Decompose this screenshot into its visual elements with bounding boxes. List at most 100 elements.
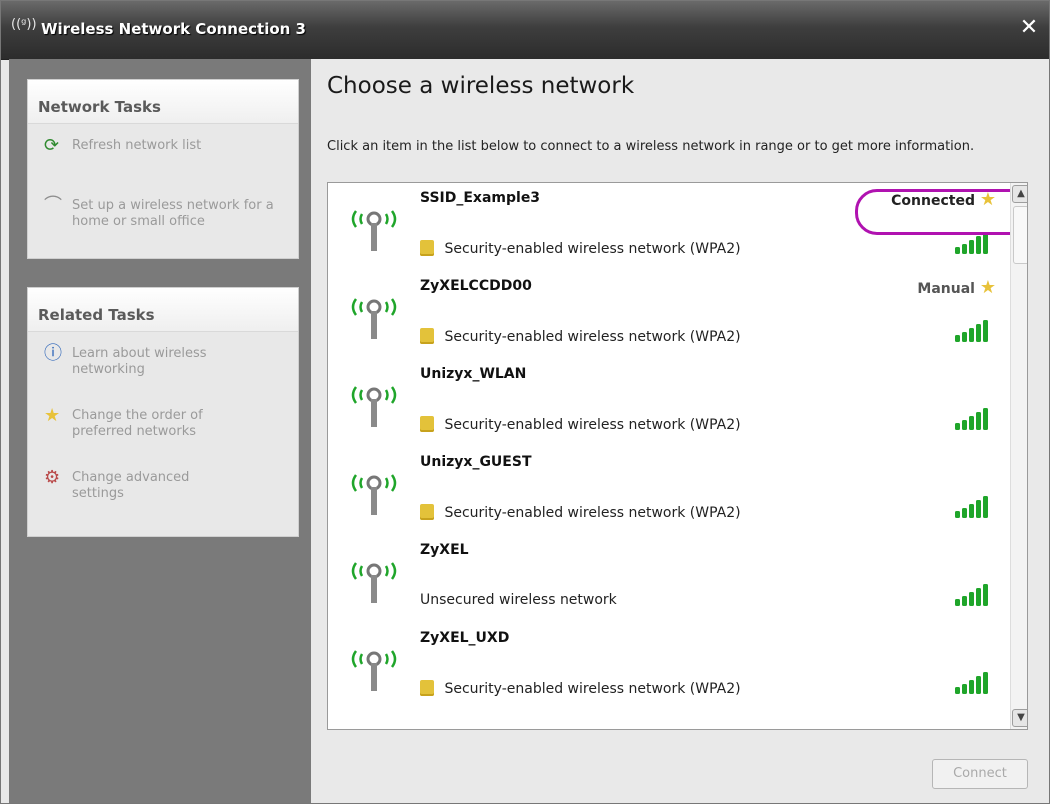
network-status: Manual ★ xyxy=(917,277,996,298)
learn-about-wireless-link[interactable]: ⓘ Learn about wireless networking xyxy=(44,343,242,378)
signal-bar xyxy=(962,420,967,430)
scroll-down-button[interactable]: ▼ xyxy=(1012,709,1027,727)
signal-bar xyxy=(976,236,981,254)
network-status-text: Manual xyxy=(917,281,975,297)
signal-strength-icon xyxy=(955,672,988,694)
signal-bar xyxy=(983,672,988,694)
change-advanced-settings-link[interactable]: ⚙ Change advanced settings xyxy=(44,467,232,502)
signal-bar xyxy=(955,423,960,430)
network-ssid: SSID_Example3 xyxy=(420,190,541,206)
signal-bar xyxy=(983,232,988,254)
signal-bar xyxy=(976,676,981,694)
connect-button[interactable]: Connect xyxy=(932,759,1028,789)
network-security-text: Security-enabled wireless network (WPA2) xyxy=(444,505,741,521)
network-security-text: Security-enabled wireless network (WPA2) xyxy=(444,681,741,697)
network-row[interactable]: SSID_Example3 Connected ★ Security-enabl… xyxy=(328,183,1008,271)
signal-bar xyxy=(955,687,960,694)
signal-bar xyxy=(983,408,988,430)
network-security-text: Security-enabled wireless network (WPA2) xyxy=(444,417,741,433)
network-ssid: ZyXEL xyxy=(420,542,469,558)
signal-bar xyxy=(955,247,960,254)
signal-bar xyxy=(969,240,974,254)
signal-bar xyxy=(976,500,981,518)
signal-bar xyxy=(983,584,988,606)
close-button[interactable]: ✕ xyxy=(1015,14,1043,42)
network-security: Security-enabled wireless network (WPA2) xyxy=(420,328,741,345)
network-security-text: Security-enabled wireless network (WPA2) xyxy=(444,241,741,257)
signal-bar xyxy=(969,416,974,430)
signal-strength-icon xyxy=(955,320,988,342)
scroll-up-button[interactable]: ▲ xyxy=(1012,185,1027,203)
network-status-text: Connected xyxy=(891,193,975,209)
network-security-text: Unsecured wireless network xyxy=(420,592,617,608)
star-icon: ★ xyxy=(44,405,61,426)
signal-bar xyxy=(962,332,967,342)
instruction-text: Click an item in the list below to conne… xyxy=(327,139,975,154)
title-bar: ((ᵍ)) Wireless Network Connection 3 ✕ xyxy=(1,1,1049,60)
signal-bar xyxy=(969,504,974,518)
network-security-text: Security-enabled wireless network (WPA2) xyxy=(444,329,741,345)
signal-bar xyxy=(962,596,967,606)
related-tasks-panel: Related Tasks ⓘ Learn about wireless netw… xyxy=(27,287,299,537)
wireless-setup-icon: ⌒ xyxy=(44,195,62,216)
preferred-star-icon: ★ xyxy=(979,277,996,298)
network-security: Security-enabled wireless network (WPA2) xyxy=(420,416,741,433)
lock-icon xyxy=(420,680,434,696)
change-preferred-order-link[interactable]: ★ Change the order of preferred networks xyxy=(44,405,242,440)
network-ssid: ZyXEL_UXD xyxy=(420,630,510,646)
signal-bar xyxy=(962,244,967,254)
network-ssid: ZyXELCCDD00 xyxy=(420,278,532,294)
wireless-network-window: ((ᵍ)) Wireless Network Connection 3 ✕ Ne… xyxy=(0,0,1050,804)
network-row[interactable]: ZyXEL_UXD Security-enabled wireless netw… xyxy=(328,623,1008,711)
signal-bar xyxy=(969,680,974,694)
refresh-network-list-link[interactable]: ⟳ Refresh network list xyxy=(44,135,201,156)
signal-bar xyxy=(976,588,981,606)
lock-icon xyxy=(420,416,434,432)
signal-strength-icon xyxy=(955,496,988,518)
signal-bar xyxy=(962,508,967,518)
signal-strength-icon xyxy=(955,232,988,254)
refresh-icon: ⟳ xyxy=(44,135,60,156)
network-tasks-header: Network Tasks xyxy=(28,80,298,124)
signal-bar xyxy=(969,328,974,342)
signal-bar xyxy=(976,324,981,342)
signal-strength-icon xyxy=(955,584,988,606)
signal-bar xyxy=(976,412,981,430)
settings-icon: ⚙ xyxy=(44,467,61,488)
signal-bar xyxy=(955,335,960,342)
lock-icon xyxy=(420,328,434,344)
network-ssid: Unizyx_WLAN xyxy=(420,366,527,382)
signal-bar xyxy=(955,511,960,518)
network-ssid: Unizyx_GUEST xyxy=(420,454,532,470)
main-panel: Choose a wireless network Click an item … xyxy=(311,59,1049,803)
network-security: Security-enabled wireless network (WPA2) xyxy=(420,680,741,697)
wireless-antenna-icon xyxy=(351,562,397,603)
setup-wireless-network-link[interactable]: ⌒ Set up a wireless network for a home or… xyxy=(44,195,277,230)
network-row[interactable]: Unizyx_GUEST Security-enabled wireless n… xyxy=(328,447,1008,535)
network-row[interactable]: ZyXEL Unsecured wireless network xyxy=(328,535,1008,623)
lock-icon xyxy=(420,504,434,520)
wireless-antenna-icon xyxy=(351,210,397,251)
network-row[interactable]: ZyXELCCDD00 Manual ★ Security-enabled wi… xyxy=(328,271,1008,359)
wireless-antenna-icon xyxy=(351,298,397,339)
signal-bar xyxy=(955,599,960,606)
preferred-star-icon: ★ xyxy=(979,189,996,210)
sidebar: Network Tasks ⟳ Refresh network list ⌒ Set… xyxy=(9,59,311,803)
signal-bar xyxy=(969,592,974,606)
network-status: Connected ★ xyxy=(891,189,996,210)
network-list[interactable]: SSID_Example3 Connected ★ Security-enabl… xyxy=(327,182,1028,730)
signal-bar xyxy=(983,496,988,518)
signal-bar xyxy=(962,684,967,694)
scrollbar[interactable]: ▲ ▼ xyxy=(1010,183,1027,729)
info-icon: ⓘ xyxy=(44,343,62,364)
lock-icon xyxy=(420,240,434,256)
wireless-antenna-icon xyxy=(351,386,397,427)
window-title: Wireless Network Connection 3 xyxy=(41,20,306,38)
scroll-thumb[interactable] xyxy=(1013,206,1027,264)
network-tasks-panel: Network Tasks ⟳ Refresh network list ⌒ Set… xyxy=(27,79,299,259)
signal-strength-icon xyxy=(955,408,988,430)
signal-bar xyxy=(983,320,988,342)
related-tasks-header: Related Tasks xyxy=(28,288,298,332)
network-security: Security-enabled wireless network (WPA2) xyxy=(420,240,741,257)
network-row[interactable]: Unizyx_WLAN Security-enabled wireless ne… xyxy=(328,359,1008,447)
